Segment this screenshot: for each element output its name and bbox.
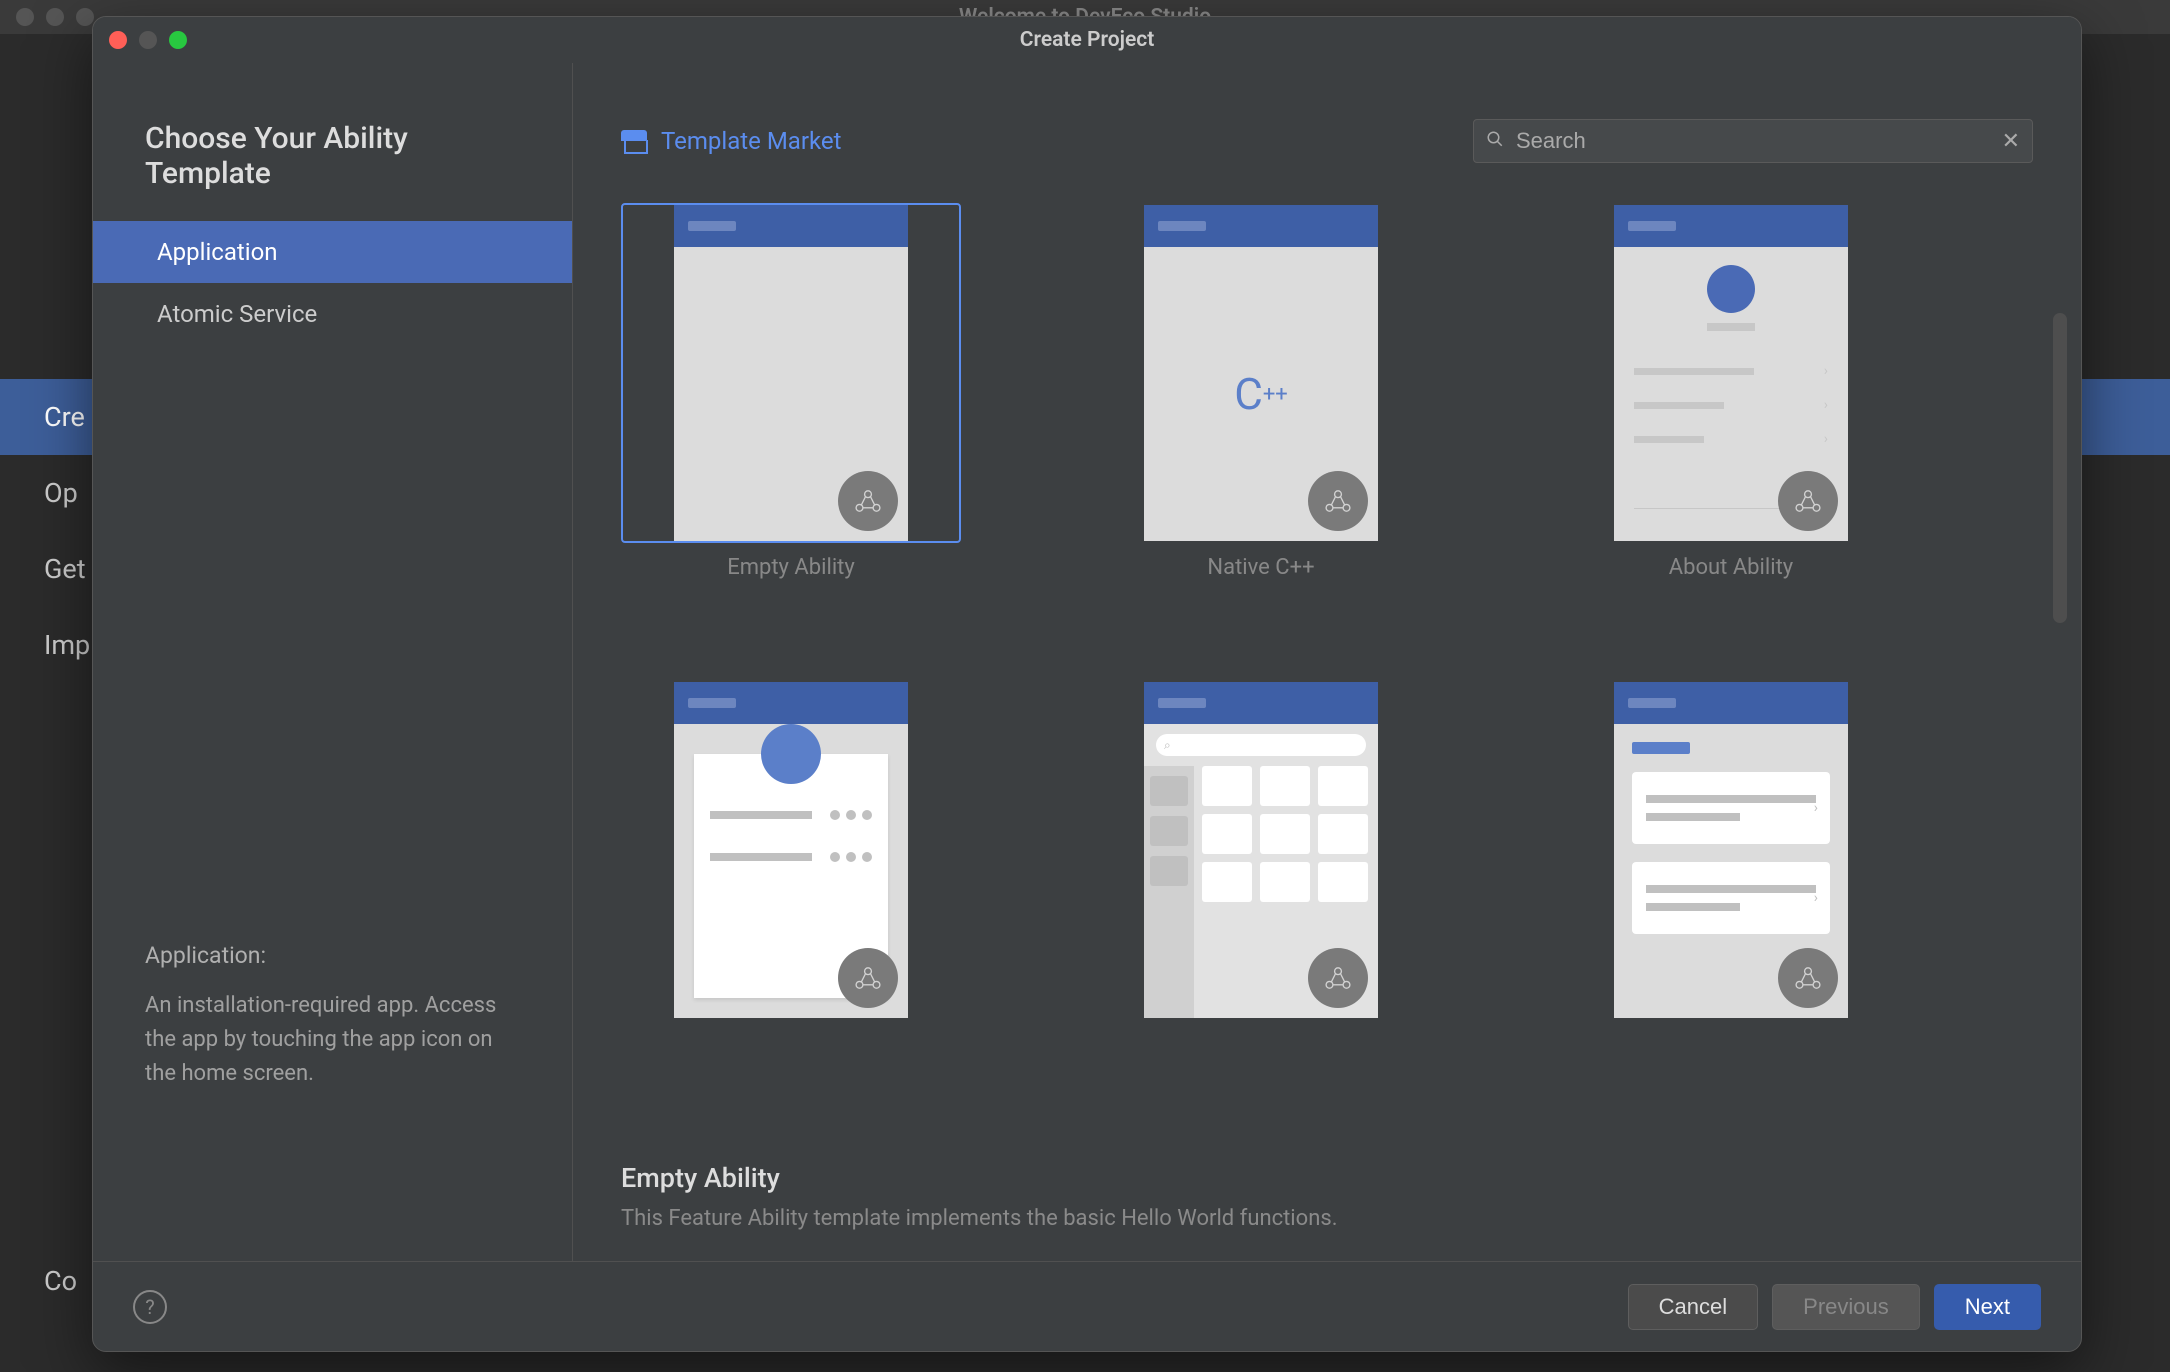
bg-minimize-icon[interactable] bbox=[46, 8, 64, 26]
close-icon[interactable] bbox=[109, 31, 127, 49]
dialog-titlebar: Create Project bbox=[93, 17, 2081, 63]
template-label: Empty Ability bbox=[727, 555, 855, 580]
bg-zoom-icon[interactable] bbox=[76, 8, 94, 26]
bg-close-icon[interactable] bbox=[16, 8, 34, 26]
sidebar-description: Application: An installation-required ap… bbox=[93, 942, 572, 1261]
next-button[interactable]: Next bbox=[1934, 1284, 2041, 1330]
template-native-cpp[interactable]: C++ Native C++ bbox=[1091, 203, 1431, 580]
market-icon bbox=[621, 128, 647, 154]
sidebar-item-atomic-service[interactable]: Atomic Service bbox=[93, 283, 572, 345]
template-list-tab[interactable]: › › bbox=[1561, 680, 1901, 1020]
sidebar-item-label: Atomic Service bbox=[157, 300, 317, 328]
sidebar-item-application[interactable]: Application bbox=[93, 221, 572, 283]
main-panel: Template Market ✕ bbox=[573, 63, 2081, 1261]
template-business-card[interactable] bbox=[621, 680, 961, 1020]
network-icon bbox=[1308, 948, 1368, 1008]
cancel-button[interactable]: Cancel bbox=[1628, 1284, 1758, 1330]
template-grid: Empty Ability C++ bbox=[621, 193, 2033, 1030]
selection-body: This Feature Ability template implements… bbox=[621, 1206, 2033, 1231]
sidebar-heading: Choose Your Ability Template bbox=[93, 121, 572, 221]
create-project-dialog: Create Project Choose Your Ability Templ… bbox=[92, 16, 2082, 1352]
template-label: Native C++ bbox=[1207, 555, 1314, 580]
previous-button[interactable]: Previous bbox=[1772, 1284, 1920, 1330]
network-icon bbox=[1778, 948, 1838, 1008]
network-icon bbox=[838, 471, 898, 531]
template-market-label: Template Market bbox=[661, 127, 841, 155]
selection-description: Empty Ability This Feature Ability templ… bbox=[573, 1132, 2081, 1261]
search-box[interactable]: ✕ bbox=[1473, 119, 2033, 163]
search-icon bbox=[1486, 129, 1504, 153]
clear-icon[interactable]: ✕ bbox=[2002, 129, 2020, 154]
template-about-ability[interactable]: › › › About Ability bbox=[1561, 203, 1901, 580]
zoom-icon[interactable] bbox=[169, 31, 187, 49]
sidebar: Choose Your Ability Template Application… bbox=[93, 63, 573, 1261]
template-label: About Ability bbox=[1669, 555, 1793, 580]
sidebar-desc-body: An installation-required app. Access the… bbox=[145, 989, 520, 1091]
sidebar-desc-title: Application: bbox=[145, 942, 520, 969]
network-icon bbox=[838, 948, 898, 1008]
template-empty-ability[interactable]: Empty Ability bbox=[621, 203, 961, 580]
search-input[interactable] bbox=[1516, 128, 1990, 154]
minimize-icon[interactable] bbox=[139, 31, 157, 49]
network-icon bbox=[1308, 471, 1368, 531]
dialog-traffic-lights bbox=[93, 31, 187, 49]
selection-title: Empty Ability bbox=[621, 1162, 2033, 1194]
bg-traffic-lights bbox=[0, 8, 94, 26]
sidebar-list: Application Atomic Service bbox=[93, 221, 572, 345]
scrollbar[interactable] bbox=[2053, 313, 2067, 623]
template-market-link[interactable]: Template Market bbox=[621, 127, 841, 155]
sidebar-item-label: Application bbox=[157, 238, 278, 266]
template-category[interactable]: ⌕ bbox=[1091, 680, 1431, 1020]
dialog-footer: ? Cancel Previous Next bbox=[93, 1261, 2081, 1351]
dialog-title: Create Project bbox=[1020, 28, 1155, 52]
help-icon[interactable]: ? bbox=[133, 1290, 167, 1324]
network-icon bbox=[1778, 471, 1838, 531]
